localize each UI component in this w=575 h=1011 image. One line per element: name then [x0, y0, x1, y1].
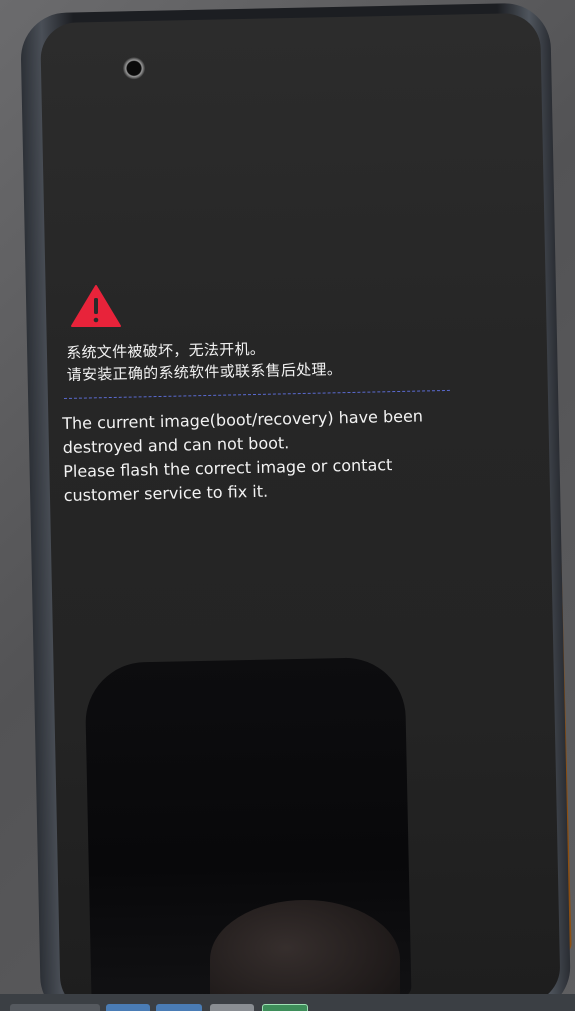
- taskbar-item: [10, 1004, 100, 1011]
- taskbar-item: [156, 1004, 202, 1011]
- desktop-taskbar: [0, 994, 575, 1011]
- warning-triangle-icon: [71, 285, 121, 327]
- front-camera-icon: [122, 57, 146, 80]
- photo: 系统文件被破坏，无法开机。 请安装正确的系统软件或联系售后处理。 The cur…: [0, 0, 575, 1011]
- error-message-english: The current image(boot/recovery) have be…: [62, 404, 425, 508]
- taskbar-item: [106, 1004, 150, 1011]
- taskbar-item: [210, 1004, 254, 1011]
- taskbar-item: [262, 1004, 308, 1011]
- error-message-chinese: 系统文件被破坏，无法开机。 请安装正确的系统软件或联系售后处理。: [66, 336, 342, 386]
